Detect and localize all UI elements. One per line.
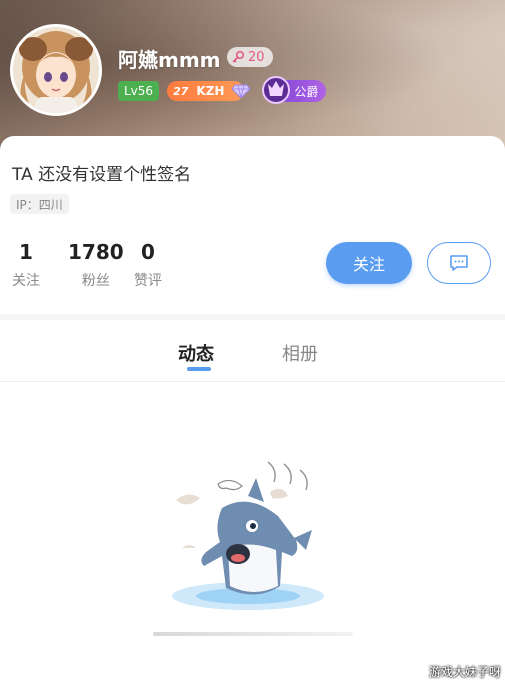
- content-tabs: 动态 相册: [0, 320, 505, 382]
- stat-following-label: 关注: [12, 273, 40, 289]
- signature: TA 还没有设置个性签名: [12, 165, 192, 185]
- chat-bubble-icon: [450, 255, 468, 271]
- kzh-badge[interactable]: 27 KZH: [167, 81, 251, 101]
- guild-badge[interactable]: 公爵: [262, 76, 327, 104]
- stat-following[interactable]: 1 关注: [12, 240, 40, 290]
- level-badge[interactable]: Lv56: [118, 81, 160, 101]
- guild-label: 公爵: [294, 84, 319, 99]
- pink-badge-value: 20: [248, 49, 265, 65]
- guild-crest-icon: [262, 76, 291, 104]
- empty-state-hint: [153, 632, 353, 636]
- avatar[interactable]: [10, 24, 102, 116]
- nickname: 阿嬿mmm: [118, 48, 221, 72]
- stat-likes-label: 赞评: [134, 273, 162, 289]
- profile-card: TA 还没有设置个性签名 IP：四川 1 关注 1780 粉丝 0 赞评 关注: [0, 136, 505, 314]
- stat-following-value: 1: [19, 240, 33, 264]
- key-icon: [232, 50, 245, 63]
- tab-feed[interactable]: 动态: [178, 340, 214, 366]
- ip-location-tag: IP：四川: [10, 194, 69, 214]
- stat-fans-label: 粉丝: [81, 273, 110, 289]
- pink-badge[interactable]: 20: [227, 47, 273, 67]
- stat-fans[interactable]: 1780 粉丝: [68, 240, 124, 290]
- shark-mascot-icon: [172, 461, 324, 610]
- tab-album[interactable]: 相册: [282, 340, 318, 366]
- avatar-image: [13, 27, 99, 113]
- active-tab-indicator: [187, 367, 211, 371]
- stat-likes-value: 0: [141, 240, 155, 264]
- message-button[interactable]: [427, 242, 491, 284]
- diamond-icon: [232, 84, 251, 98]
- kzh-label: KZH: [196, 84, 225, 98]
- badge-row: Lv56 27 KZH 公爵: [118, 76, 327, 104]
- follow-button[interactable]: 关注: [326, 242, 412, 284]
- stat-likes[interactable]: 0 赞评: [134, 240, 162, 290]
- stat-fans-value: 1780: [68, 240, 124, 264]
- kzh-number: 27: [173, 84, 189, 98]
- watermark: 游戏大妹子呀: [428, 665, 501, 679]
